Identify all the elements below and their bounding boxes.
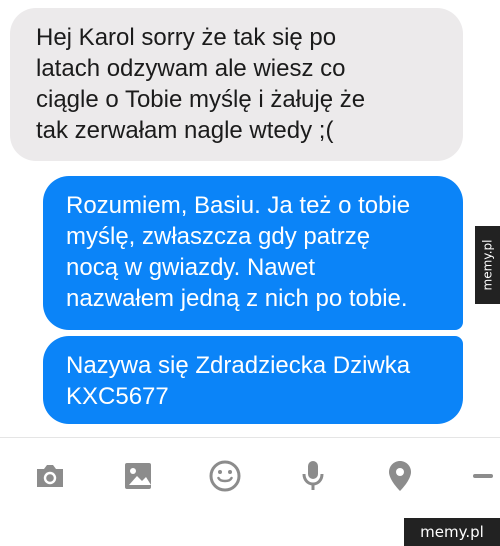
- outgoing-message-bubble: Nazywa się Zdradziecka Dziwka KXC5677: [43, 336, 463, 424]
- gallery-button[interactable]: [118, 456, 158, 496]
- outgoing-message-bubble: Rozumiem, Basiu. Ja też o tobie myślę, z…: [43, 176, 463, 330]
- camera-icon: [37, 465, 63, 487]
- location-icon: [389, 461, 411, 491]
- message-screen: Hej Karol sorry że tak się po latach odz…: [0, 0, 500, 546]
- image-icon: [125, 463, 151, 489]
- message-toolbar: [0, 438, 500, 518]
- camera-button[interactable]: [30, 456, 70, 496]
- bottom-watermark-text: memy.pl: [420, 523, 484, 541]
- bottom-watermark: memy.pl: [404, 518, 500, 546]
- bottom-strip: memy.pl: [0, 518, 500, 546]
- emoji-button[interactable]: [205, 456, 245, 496]
- side-watermark: memy.pl: [475, 226, 500, 304]
- location-button[interactable]: [380, 456, 420, 496]
- microphone-icon: [302, 461, 324, 490]
- more-button[interactable]: [466, 456, 500, 496]
- voice-button[interactable]: [293, 456, 333, 496]
- side-watermark-text: memy.pl: [480, 239, 495, 291]
- emoji-icon: [209, 460, 241, 492]
- incoming-message-bubble: Hej Karol sorry że tak się po latach odz…: [10, 8, 463, 161]
- more-icon: [473, 474, 493, 478]
